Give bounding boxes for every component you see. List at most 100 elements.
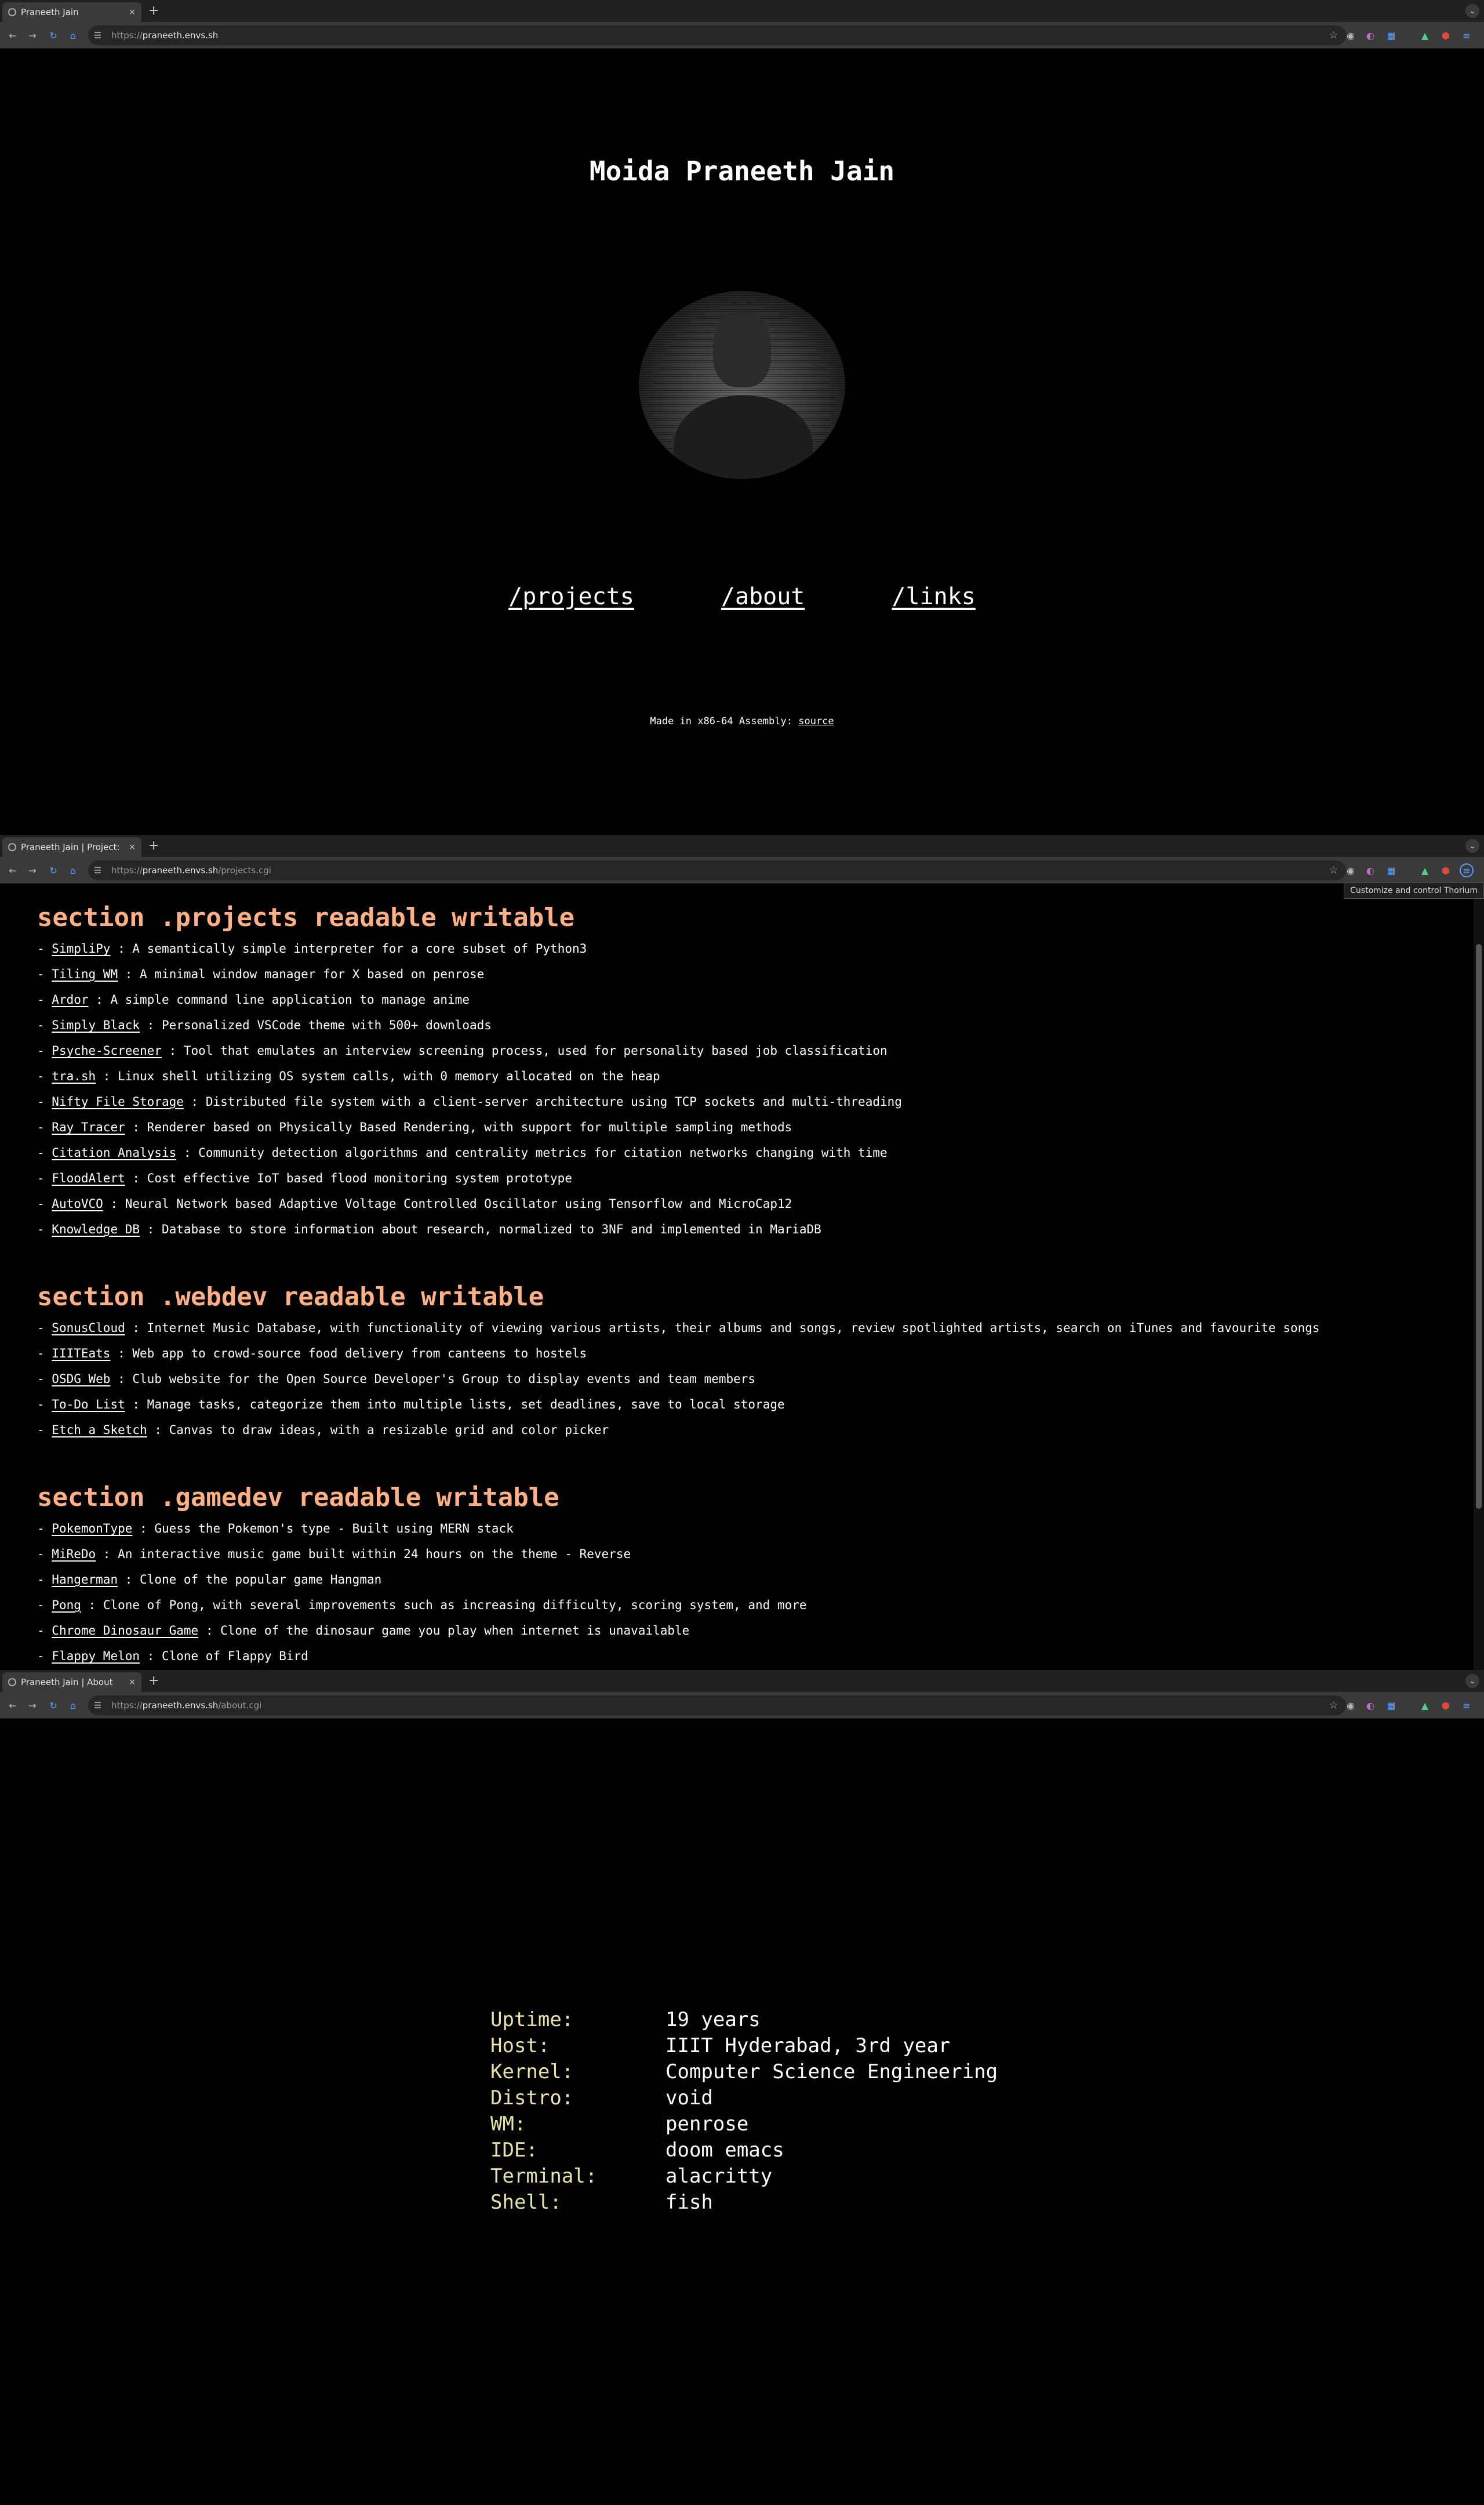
list-item: - Citation Analysis : Community detectio… (37, 1140, 1428, 1166)
flask-icon[interactable]: ▲ (1418, 863, 1432, 877)
project-link[interactable]: Pong (52, 1598, 81, 1612)
new-tab-button[interactable]: + (148, 3, 159, 18)
project-link[interactable]: SonusCloud (52, 1321, 125, 1335)
ublock-icon[interactable]: ⬢ (1439, 28, 1453, 42)
tab-about[interactable]: Praneeth Jain | About × (2, 1672, 141, 1692)
scrollbar[interactable] (1474, 884, 1484, 1670)
separator: : (125, 1171, 147, 1185)
new-tab-button[interactable]: + (148, 1673, 159, 1688)
separator: : (96, 1547, 118, 1561)
list-item: - Ardor : A simple command line applicat… (37, 987, 1428, 1012)
home-icon[interactable]: ⌂ (66, 1698, 80, 1712)
nav-link-links[interactable]: /links (892, 583, 976, 610)
project-description: Clone of Pong, with several improvements… (103, 1598, 807, 1612)
ublock-icon[interactable]: ⬢ (1439, 1698, 1453, 1712)
reload-icon[interactable]: ↻ (46, 1698, 60, 1712)
color-picker-icon[interactable]: ◐ (1363, 28, 1377, 42)
toolbar: ← → ↻ ⌂ ☰ https://praneeth.envs.sh/proje… (0, 857, 1484, 884)
tab-home[interactable]: Praneeth Jain × (2, 2, 141, 22)
forward-icon[interactable]: → (26, 28, 39, 42)
tab-search-button[interactable]: ⌄ (1465, 4, 1479, 18)
project-link[interactable]: Citation Analysis (52, 1146, 176, 1160)
project-link[interactable]: Psyche-Screener (52, 1044, 162, 1058)
back-icon[interactable]: ← (6, 28, 20, 42)
project-link[interactable]: SimpliPy (52, 942, 110, 956)
forward-icon[interactable]: → (26, 1698, 39, 1712)
extension-icon[interactable]: ▦ (1384, 1698, 1398, 1712)
project-link[interactable]: Simply Black (52, 1018, 140, 1032)
new-tab-button[interactable]: + (148, 838, 159, 853)
menu-icon[interactable]: ≡ (1460, 1698, 1474, 1712)
about-key: WM: (490, 2112, 526, 2136)
project-link[interactable]: MiReDo (52, 1547, 96, 1561)
site-info-icon[interactable]: ☰ (94, 865, 101, 876)
close-tab-icon[interactable]: × (129, 1678, 136, 1687)
address-bar[interactable]: ☰ https://praneeth.envs.sh ☆ (88, 26, 1346, 45)
list-bullet: - (37, 1197, 52, 1211)
tab-search-button[interactable]: ⌄ (1465, 839, 1479, 853)
incognito-icon[interactable]: ◉ (1344, 1698, 1358, 1712)
site-info-icon[interactable]: ☰ (94, 1700, 101, 1711)
tab-search-button[interactable]: ⌄ (1465, 1674, 1479, 1688)
flask-icon[interactable]: ▲ (1418, 28, 1432, 42)
back-icon[interactable]: ← (6, 863, 20, 877)
source-link[interactable]: source (798, 716, 834, 727)
incognito-icon[interactable]: ◉ (1344, 863, 1358, 877)
menu-icon[interactable]: ≡ (1460, 863, 1474, 877)
project-link[interactable]: OSDG Web (52, 1372, 110, 1386)
project-link[interactable]: FloodAlert (52, 1171, 125, 1185)
site-info-icon[interactable]: ☰ (94, 30, 101, 41)
tab-projects[interactable]: Praneeth Jain | Project: × (2, 837, 141, 857)
project-link[interactable]: PokemonType (52, 1522, 132, 1535)
bookmark-star-icon[interactable]: ☆ (1329, 1700, 1338, 1711)
project-link[interactable]: Ray Tracer (52, 1120, 125, 1134)
bookmark-star-icon[interactable]: ☆ (1329, 865, 1338, 876)
home-icon[interactable]: ⌂ (66, 863, 80, 877)
project-link[interactable]: tra.sh (52, 1069, 96, 1083)
project-link[interactable]: AutoVCO (52, 1197, 103, 1211)
nav-link-projects[interactable]: /projects (508, 583, 634, 610)
reload-icon[interactable]: ↻ (46, 28, 60, 42)
bookmark-star-icon[interactable]: ☆ (1329, 30, 1338, 41)
nav-link-about[interactable]: /about (721, 583, 805, 610)
reload-icon[interactable]: ↻ (46, 863, 60, 877)
project-link[interactable]: Hangerman (52, 1573, 118, 1587)
close-tab-icon[interactable]: × (129, 843, 136, 852)
flask-icon[interactable]: ▲ (1418, 1698, 1432, 1712)
project-link[interactable]: Knowledge DB (52, 1222, 140, 1236)
forward-icon[interactable]: → (26, 863, 39, 877)
project-link[interactable]: Etch a Sketch (52, 1423, 147, 1437)
project-link[interactable]: Chrome Dinosaur Game (52, 1624, 198, 1638)
separator: : (161, 1044, 184, 1058)
address-bar[interactable]: ☰ https://praneeth.envs.sh/projects.cgi … (88, 861, 1346, 880)
incognito-icon[interactable]: ◉ (1344, 28, 1358, 42)
color-picker-icon[interactable]: ◐ (1363, 863, 1377, 877)
separator: : (103, 1197, 125, 1211)
project-list: - PokemonType : Guess the Pokemon's type… (37, 1516, 1428, 1670)
color-picker-icon[interactable]: ◐ (1363, 1698, 1377, 1712)
scrollbar-thumb[interactable] (1476, 944, 1482, 1509)
project-link[interactable]: Flappy Melon (52, 1649, 140, 1663)
close-tab-icon[interactable]: × (129, 8, 136, 17)
list-bullet: - (37, 1222, 52, 1236)
tab-title: Praneeth Jain | About (21, 1677, 113, 1687)
extension-icon[interactable]: ▦ (1384, 28, 1398, 42)
extension-icon[interactable]: ▦ (1384, 863, 1398, 877)
ublock-icon[interactable]: ⬢ (1439, 863, 1453, 877)
list-item: - Ray Tracer : Renderer based on Physica… (37, 1114, 1428, 1140)
home-icon[interactable]: ⌂ (66, 28, 80, 42)
project-link[interactable]: To-Do List (52, 1397, 125, 1411)
list-bullet: - (37, 1095, 52, 1109)
address-bar[interactable]: ☰ https://praneeth.envs.sh/about.cgi ☆ (88, 1696, 1346, 1715)
list-item: - tra.sh : Linux shell utilizing OS syst… (37, 1063, 1428, 1089)
project-link[interactable]: Nifty File Storage (52, 1095, 184, 1109)
project-link[interactable]: Ardor (52, 993, 88, 1007)
separator: : (118, 1573, 140, 1587)
menu-icon[interactable]: ≡ (1460, 28, 1474, 42)
project-link[interactable]: IIITEats (52, 1346, 110, 1360)
back-icon[interactable]: ← (6, 1698, 20, 1712)
tab-title: Praneeth Jain | Project: (21, 842, 120, 852)
list-bullet: - (37, 1171, 52, 1185)
project-link[interactable]: Tiling WM (52, 967, 118, 981)
project-description: Web app to crowd-source food delivery fr… (132, 1346, 587, 1360)
